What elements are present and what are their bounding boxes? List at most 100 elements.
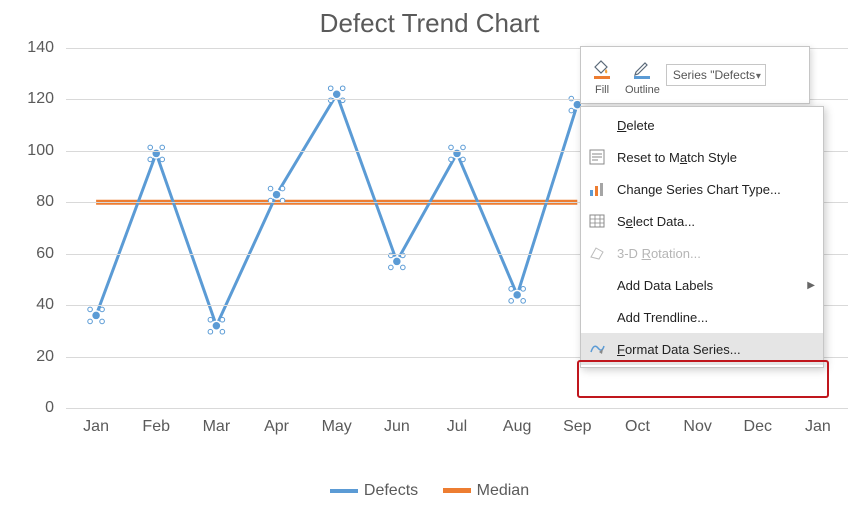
selection-handle[interactable] [521,287,526,292]
selection-handle[interactable] [160,145,165,150]
legend-swatch-defects [330,489,358,493]
selection-handle[interactable] [220,329,225,334]
menu-item-icon [585,305,609,329]
paint-bucket-icon [591,54,613,82]
legend-swatch-median [443,488,471,493]
selection-handle[interactable] [449,145,454,150]
menu-item-icon [585,177,609,201]
defects-marker[interactable] [208,317,225,334]
legend: Defects Median [0,480,859,500]
x-tick-label: Jan [805,418,831,436]
series-selector-value: Series "Defects [673,68,755,82]
x-tick-label: Jan [83,418,109,436]
mini-format-toolbar: Fill Outline Series "Defects [580,46,810,104]
selection-handle[interactable] [521,299,526,304]
menu-item-icon [585,113,609,137]
defects-marker[interactable] [389,253,406,270]
menu-item-label: Add Data Labels [617,278,807,293]
selection-handle[interactable] [208,329,213,334]
fill-label: Fill [595,84,609,96]
legend-label-defects: Defects [364,482,418,500]
context-menu-item-delete[interactable]: Delete [581,109,823,141]
x-tick-label: Apr [264,418,289,436]
selection-handle[interactable] [100,307,105,312]
selection-handle[interactable] [569,108,574,113]
x-tick-label: Jun [384,418,410,436]
y-tick-label: 40 [36,296,54,314]
selection-handle[interactable] [389,265,394,270]
context-menu-item-d-rotation: 3-D Rotation... [581,237,823,269]
selection-handle[interactable] [401,265,406,270]
y-tick-label: 100 [27,142,54,160]
menu-item-label: Select Data... [617,214,815,229]
selection-handle[interactable] [328,86,333,91]
menu-item-icon [585,337,609,361]
x-tick-label: Nov [683,418,711,436]
x-tick-label: Dec [744,418,772,436]
legend-label-median: Median [477,482,529,500]
menu-item-icon [585,145,609,169]
selection-handle[interactable] [208,317,213,322]
chart-title: Defect Trend Chart [0,0,859,39]
menu-item-label: Reset to Match Style [617,150,815,165]
fill-button[interactable]: Fill [585,49,619,101]
selection-handle[interactable] [509,287,514,292]
y-tick-label: 140 [27,39,54,57]
selection-handle[interactable] [268,186,273,191]
defects-marker[interactable] [509,287,526,304]
context-menu-item-reset-to-match-style[interactable]: Reset to Match Style [581,141,823,173]
gridline [66,408,848,409]
menu-item-label: 3-D Rotation... [617,246,815,261]
x-tick-label: May [322,418,352,436]
context-menu-item-add-trendline[interactable]: Add Trendline... [581,301,823,333]
pen-icon [631,54,653,82]
selection-handle[interactable] [88,307,93,312]
legend-item-defects[interactable]: Defects [330,482,418,500]
selection-handle[interactable] [449,157,454,162]
menu-item-label: Delete [617,118,815,133]
selection-handle[interactable] [340,86,345,91]
defects-marker[interactable] [88,307,105,324]
selection-handle[interactable] [461,145,466,150]
menu-item-icon [585,209,609,233]
selection-handle[interactable] [509,299,514,304]
context-menu-item-format-data-series[interactable]: Format Data Series... [581,333,823,365]
selection-handle[interactable] [160,157,165,162]
y-tick-label: 20 [36,348,54,366]
selection-handle[interactable] [100,319,105,324]
context-menu-item-change-series-chart-type[interactable]: Change Series Chart Type... [581,173,823,205]
context-menu: Delete Reset to Match Style Change Series … [580,106,824,368]
selection-handle[interactable] [148,157,153,162]
x-tick-label: Sep [563,418,591,436]
x-tick-label: Feb [142,418,170,436]
outline-label: Outline [625,84,660,96]
y-tick-label: 120 [27,90,54,108]
series-selector-dropdown[interactable]: Series "Defects [666,64,766,86]
selection-handle[interactable] [280,186,285,191]
x-tick-label: Oct [625,418,650,436]
defects-series-line[interactable] [96,94,577,325]
y-axis: 020406080100120140 [10,48,60,408]
outline-button[interactable]: Outline [619,49,666,101]
selection-handle[interactable] [88,319,93,324]
context-menu-item-add-data-labels[interactable]: Add Data Labels▶ [581,269,823,301]
x-axis: Jan Feb Mar Apr May Jun Jul Aug Sep Oct Nov Dec Jan [66,412,848,440]
selection-handle[interactable] [461,157,466,162]
context-menu-item-select-data[interactable]: Select Data... [581,205,823,237]
x-tick-label: Jul [447,418,467,436]
x-tick-label: Mar [203,418,231,436]
submenu-arrow-icon: ▶ [807,280,815,291]
x-tick-label: Aug [503,418,531,436]
menu-item-icon [585,241,609,265]
defects-marker[interactable] [449,145,466,162]
defects-marker[interactable] [148,145,165,162]
legend-item-median[interactable]: Median [443,482,529,500]
y-tick-label: 0 [45,399,54,417]
menu-item-icon [585,273,609,297]
y-tick-label: 60 [36,245,54,263]
y-tick-label: 80 [36,193,54,211]
selection-handle[interactable] [148,145,153,150]
menu-item-label: Format Data Series... [617,342,815,357]
selection-handle[interactable] [220,317,225,322]
menu-item-label: Change Series Chart Type... [617,182,815,197]
